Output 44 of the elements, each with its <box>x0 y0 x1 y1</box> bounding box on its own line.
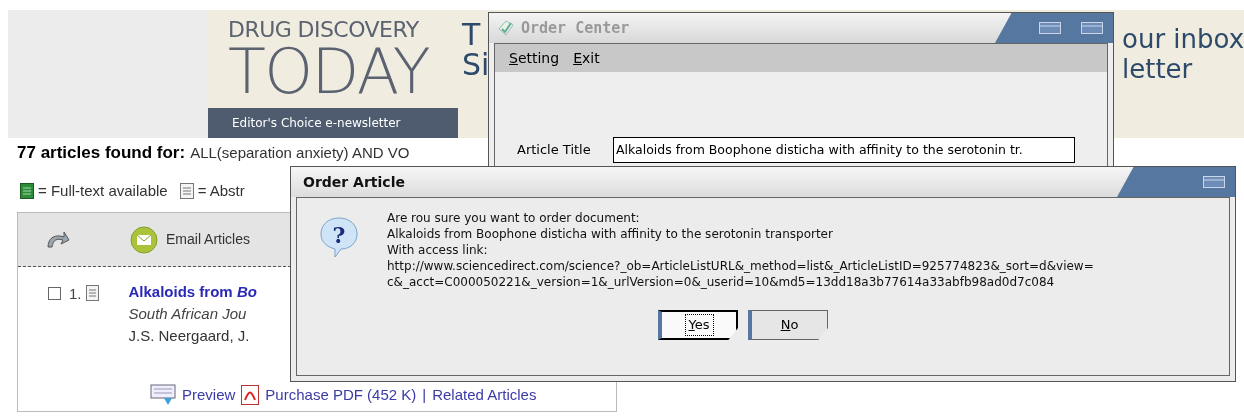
document-icon <box>179 182 194 199</box>
envelope-icon <box>130 225 158 254</box>
article-title-field[interactable]: Alkaloids from Boophone disticha with affinity to the serotonin tr. <box>613 137 1075 163</box>
article-link[interactable]: Purchase PDF (452 K) <box>265 384 417 407</box>
link-separator: | <box>422 385 427 405</box>
banner-headline: Si <box>462 50 490 80</box>
article-link[interactable]: Preview <box>182 384 236 407</box>
document-icon <box>85 285 99 301</box>
window-button-icon[interactable] <box>1203 176 1225 188</box>
window-title: Order Center <box>521 17 630 39</box>
banner-headline: T <box>462 20 482 50</box>
document-icon <box>20 182 34 199</box>
dialog-button[interactable]: No <box>748 310 828 340</box>
legend-label: = Abstr <box>197 180 245 201</box>
article-number: 1. <box>69 284 82 304</box>
dialog-message-line: c&_acct=C000050221&_version=1&_urlVersion=0&_userid=10&md5=13dd18a3b77614a33abfb98ad0d7c084 <box>387 274 1056 290</box>
email-articles-button[interactable]: Email Articles <box>130 225 251 254</box>
logo-text: DRUG DISCOVERY <box>228 18 420 42</box>
dialog-message-line: Alkaloids from Boophone disticha with affinity to the serotonin transporter <box>387 226 834 242</box>
dialog-message-line: http://www.sciencedirect.com/science?_ob=ArticleListURL&_method=list&_ArticleListID=925774823&_sort=d&view= <box>387 258 1094 274</box>
legend-label: = Full-text available <box>38 180 168 201</box>
app-icon <box>497 19 515 37</box>
question-bubble-icon: ? <box>319 216 359 258</box>
banner-headline: letter <box>1122 54 1194 84</box>
window-button-icon[interactable] <box>1039 22 1061 34</box>
preview-icon <box>150 384 176 407</box>
journal-name: South African Jou <box>128 304 248 324</box>
logo-text: TODAY <box>228 42 431 102</box>
menu-item[interactable]: Setting <box>509 47 560 69</box>
article-link[interactable]: Related Articles <box>432 384 537 407</box>
menu-item[interactable]: Exit <box>573 47 600 69</box>
article-title-link[interactable]: Alkaloids from Bo <box>128 281 257 303</box>
results-count: 77 articles found for: <box>17 142 186 164</box>
banner-strip: Editor's Choice e-newsletter <box>208 108 458 138</box>
article-authors: J.S. Neergaard, J. <box>128 326 251 346</box>
banner-headline: our inbox <box>1122 24 1244 54</box>
window-button-icon[interactable] <box>1081 22 1103 34</box>
search-query: ALL(separation anxiety) AND VO <box>190 143 410 163</box>
field-label: Article Title <box>517 141 592 160</box>
checkbox[interactable] <box>48 287 61 300</box>
dialog-title: Order Article <box>303 172 405 192</box>
dialog-message-line: With access link: <box>387 242 489 258</box>
dialog-button[interactable]: Yes <box>658 310 738 340</box>
dialog-message-line: Are rou sure you want to order document: <box>387 210 641 226</box>
